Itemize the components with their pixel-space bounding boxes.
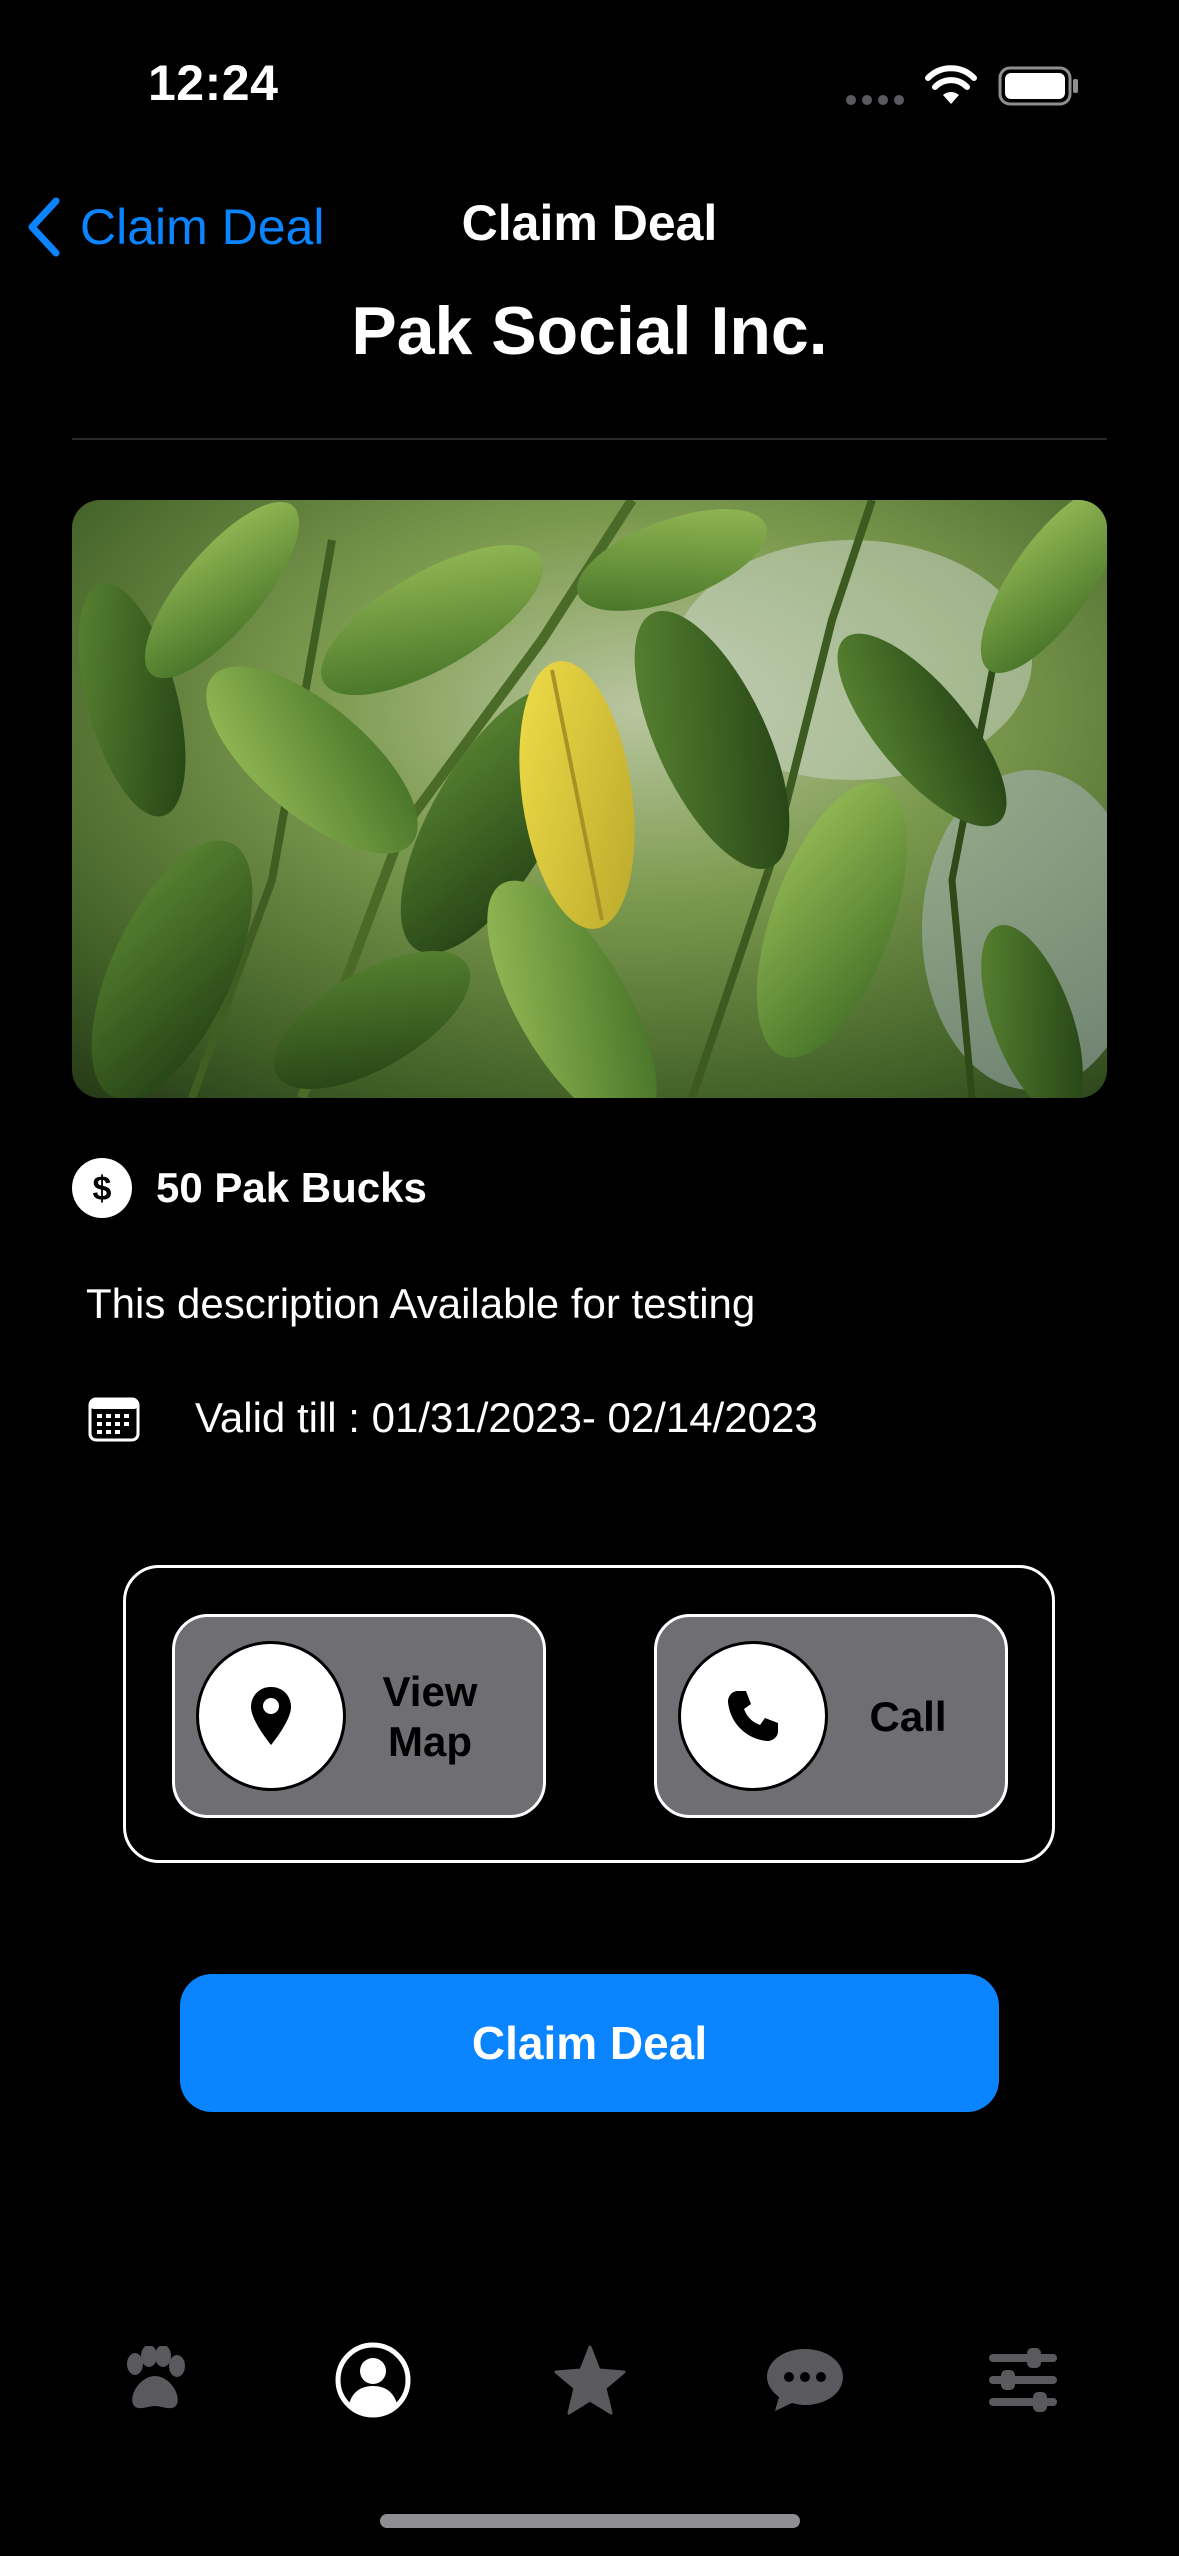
- calendar-icon: [88, 1397, 140, 1442]
- tab-settings[interactable]: [973, 2340, 1073, 2420]
- chat-icon: [767, 2349, 843, 2411]
- profile-icon: [335, 2342, 411, 2418]
- view-map-label-line1: View: [382, 1668, 478, 1715]
- business-name: Pak Social Inc.: [351, 293, 828, 369]
- home-indicator[interactable]: [380, 2514, 800, 2528]
- svg-text:$: $: [93, 1170, 112, 1208]
- phone-icon: [728, 1691, 778, 1741]
- wifi-icon: [925, 65, 977, 104]
- view-map-label: View Map: [365, 1667, 495, 1767]
- tab-profile[interactable]: [323, 2340, 423, 2420]
- nav-title: Claim Deal: [461, 195, 718, 251]
- divider: [72, 438, 1107, 440]
- validity-dates: Valid till : 01/31/2023- 02/14/2023: [195, 1394, 818, 1441]
- battery-icon: [998, 66, 1078, 106]
- view-map-button[interactable]: View Map: [172, 1614, 546, 1818]
- star-icon: [554, 2345, 626, 2415]
- tab-favorites[interactable]: [540, 2340, 640, 2420]
- phone-icon-circle: [678, 1641, 828, 1791]
- map-pin-icon: [251, 1687, 291, 1745]
- tab-paw[interactable]: [105, 2340, 205, 2420]
- map-pin-icon-circle: [196, 1641, 346, 1791]
- pak-bucks-value: 50 Pak Bucks: [156, 1164, 427, 1211]
- cellular-signal-icon: [846, 95, 904, 105]
- claim-deal-button[interactable]: Claim Deal: [180, 1974, 999, 2112]
- call-button[interactable]: Call: [654, 1614, 1008, 1818]
- sliders-icon: [989, 2348, 1057, 2412]
- tab-messages[interactable]: [755, 2340, 855, 2420]
- dollar-icon: $: [72, 1158, 132, 1218]
- paw-icon: [127, 2346, 185, 2409]
- status-time: 12:24: [148, 55, 279, 111]
- view-map-label-line2: Map: [388, 1718, 472, 1765]
- call-label: Call: [869, 1693, 947, 1740]
- deal-description: This description Available for testing: [86, 1280, 756, 1327]
- deal-image: [72, 500, 1107, 1098]
